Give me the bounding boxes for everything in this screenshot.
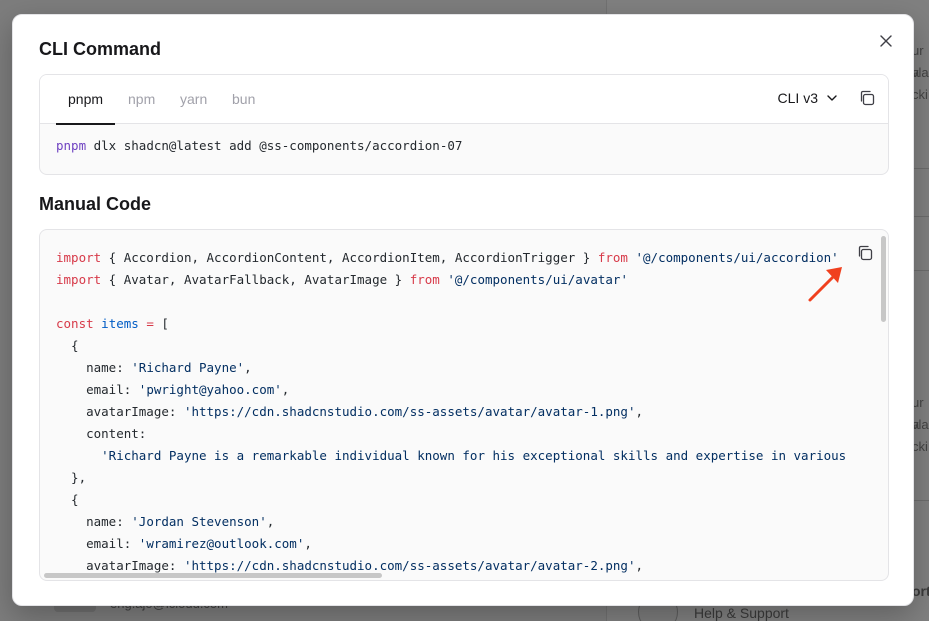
cli-command-panel: pnpm npm yarn bun CLI v3 pnpm dlx shadcn… <box>39 74 889 175</box>
code-token: 'wramirez@outlook.com' <box>138 536 305 551</box>
background-divider <box>914 216 929 217</box>
code-token: , <box>266 514 275 529</box>
annotation-arrow-icon <box>808 267 842 302</box>
code-line: 'Richard Payne is a remarkable individua… <box>56 445 846 467</box>
code-token: [ <box>153 316 169 331</box>
code-token: content: <box>56 426 147 441</box>
code-line: import { Avatar, AvatarFallback, AvatarI… <box>56 269 846 291</box>
code-token: { Accordion, AccordionContent, Accordion… <box>101 250 598 265</box>
code-token: = <box>146 316 154 331</box>
background-label: ort <box>912 583 929 599</box>
code-line: import { Accordion, AccordionContent, Ac… <box>56 247 846 269</box>
code-line: { <box>56 489 846 511</box>
code-token: }, <box>56 470 87 485</box>
code-line: content: <box>56 423 846 445</box>
background-fragment: vla <box>912 65 929 80</box>
code-line: name: 'Richard Payne', <box>56 357 846 379</box>
vertical-scrollbar[interactable] <box>881 236 886 322</box>
background-divider <box>914 168 929 169</box>
code-token: 'Richard Payne' <box>131 360 245 375</box>
background-divider <box>914 270 929 271</box>
horizontal-scrollbar[interactable] <box>44 573 382 578</box>
code-token: import <box>56 272 102 287</box>
package-manager-tabs: pnpm npm yarn bun CLI v3 <box>40 75 888 125</box>
copy-icon <box>860 90 875 106</box>
code-token: name: <box>56 360 132 375</box>
cli-version-select[interactable]: CLI v3 <box>778 90 838 106</box>
background-fragment: vla <box>912 417 929 432</box>
code-token: , <box>281 382 290 397</box>
cli-command-title: CLI Command <box>39 39 162 59</box>
code-token: , <box>304 536 312 551</box>
tab-yarn[interactable]: yarn <box>180 75 207 124</box>
code-block: import { Accordion, AccordionContent, Ac… <box>56 247 846 577</box>
code-token: , <box>635 404 644 419</box>
code-line: }, <box>56 467 846 489</box>
code-token: { Avatar, AvatarFallback, AvatarImage } <box>101 272 410 287</box>
code-token: name: <box>56 514 132 529</box>
code-token: email: <box>56 382 139 397</box>
chevron-down-icon <box>827 95 837 101</box>
cli-command-bin: pnpm <box>56 138 87 153</box>
code-line: { <box>56 335 846 357</box>
cli-command-args: dlx shadcn@latest add @ss-components/acc… <box>86 138 463 153</box>
tab-pnpm[interactable]: pnpm <box>55 75 116 125</box>
code-token: '@/components/ui/avatar' <box>447 272 628 287</box>
code-token: email: <box>56 536 139 551</box>
code-token: avatarImage: <box>56 558 184 573</box>
code-token: , <box>244 360 252 375</box>
code-token: 'https://cdn.shadcnstudio.com/ss-assets/… <box>183 404 636 419</box>
code-line: name: 'Jordan Stevenson', <box>56 511 846 533</box>
background-fragment: cki <box>912 439 928 454</box>
copy-icon <box>858 245 873 261</box>
code-token: 'Jordan Stevenson' <box>131 514 267 529</box>
copy-cli-button[interactable] <box>858 89 876 107</box>
manual-code-title: Manual Code <box>39 194 152 214</box>
code-line: email: 'wramirez@outlook.com', <box>56 533 846 555</box>
tab-bun[interactable]: bun <box>232 75 255 124</box>
background-divider <box>914 500 929 501</box>
code-token: from <box>597 250 628 265</box>
cli-version-label: CLI v3 <box>777 90 818 106</box>
close-button[interactable] <box>877 32 895 50</box>
code-token: const <box>56 316 94 331</box>
code-token: { <box>56 492 79 507</box>
code-token: from <box>409 272 440 287</box>
code-token: 'Richard Payne is a remarkable individua… <box>101 448 847 463</box>
code-dialog: CLI Command pnpm npm yarn bun CLI v3 pnp… <box>12 14 914 606</box>
code-line: email: 'pwright@yahoo.com', <box>56 379 846 401</box>
cli-command-text: pnpm dlx shadcn@latest add @ss-component… <box>56 138 462 153</box>
code-token: avatarImage: <box>56 404 184 419</box>
tab-npm[interactable]: npm <box>128 75 155 124</box>
code-token: 'pwright@yahoo.com' <box>138 382 282 397</box>
code-token: items <box>101 316 139 331</box>
code-token: , <box>635 558 644 573</box>
background-fragment: cki <box>912 87 928 102</box>
close-icon <box>880 35 892 47</box>
code-token: import <box>56 250 102 265</box>
copy-code-button[interactable] <box>856 244 874 262</box>
manual-code-panel: import { Accordion, AccordionContent, Ac… <box>39 229 889 581</box>
code-line: const items = [ <box>56 313 846 335</box>
code-token: { <box>56 338 79 353</box>
code-token: 'https://cdn.shadcnstudio.com/ss-assets/… <box>183 558 636 573</box>
code-line: avatarImage: 'https://cdn.shadcnstudio.c… <box>56 401 846 423</box>
background-help-support: Help & Support <box>694 605 789 621</box>
